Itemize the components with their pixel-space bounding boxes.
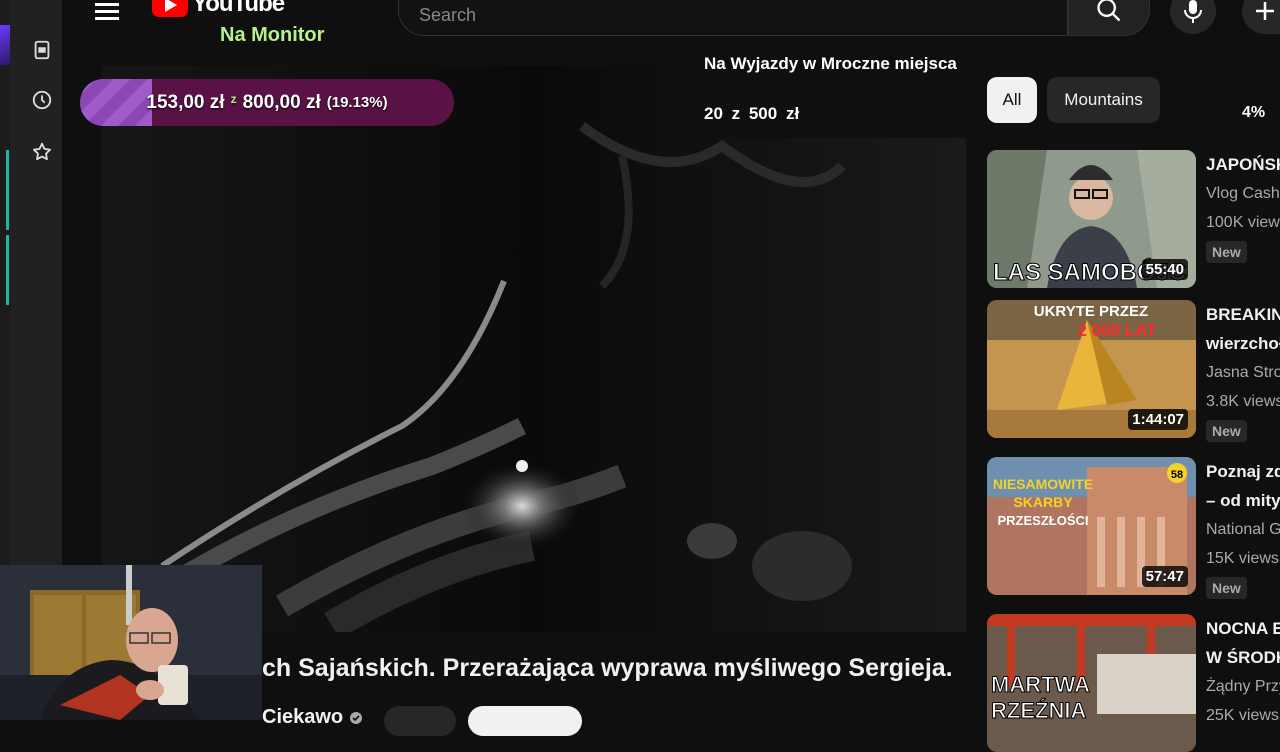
channel-name[interactable]: Żądny Przy [1206, 672, 1280, 701]
video-meta: JAPOŃSK Vlog Casha 100K views New [1206, 150, 1280, 263]
donation-percent: (19.13%) [326, 94, 388, 111]
search-icon [1097, 0, 1121, 22]
search-input[interactable]: Search [398, 0, 1068, 36]
youtube-play-icon [152, 0, 188, 17]
channel-name[interactable]: Vlog Casha [1206, 179, 1280, 208]
search-button[interactable] [1068, 0, 1150, 36]
view-count: 100K views [1206, 214, 1280, 231]
video-channel-label: Ciekawo [262, 706, 344, 728]
video-thumbnail[interactable]: 58 NIESAMOWITE SKARBY PRZESZŁOŚCI 57:47 [987, 457, 1196, 595]
video-channel-name[interactable]: Ciekawo [262, 706, 363, 729]
new-badge: New [1206, 241, 1247, 263]
thumbnail-text: RZEŹNIA [991, 698, 1086, 723]
video-title: ch Sajańskich. Przerażająca wyprawa myśl… [262, 654, 953, 682]
video-thumbnail[interactable]: LAS SAMOBÓJC 55:40 [987, 150, 1196, 288]
stream-overlay-name: Na Monitor [220, 24, 325, 46]
search-placeholder: Search [419, 5, 477, 25]
subscribe-button[interactable] [468, 706, 582, 736]
donation-current: 153,00 zł [146, 91, 225, 113]
history-icon[interactable] [30, 88, 54, 112]
channel-name[interactable]: Jasna Stron [1206, 358, 1280, 387]
thumbnail-text: PRZESZŁOŚCI [997, 513, 1088, 528]
logo-text: YouTube [192, 0, 285, 17]
plus-icon [1256, 2, 1274, 20]
thumbnail-text: NIESAMOWITE [993, 476, 1093, 492]
create-button[interactable] [1242, 0, 1280, 34]
video-meta: Poznaj zd – od mity National Ge 15K view… [1206, 457, 1280, 599]
thumbnail-text: SKARBY [1013, 494, 1073, 510]
video-meta: NOCNA E W ŚRODK Żądny Przy 25K views [1206, 614, 1280, 730]
donation-goal: 800,00 zł [242, 91, 321, 113]
video-player[interactable] [102, 66, 966, 632]
video-title-line[interactable]: – od mity [1206, 486, 1280, 515]
join-button[interactable] [384, 706, 456, 736]
goal-amount: 20 z 500 zł [704, 104, 800, 123]
video-title-line[interactable]: Poznaj zd [1206, 457, 1280, 486]
side-rail [10, 0, 62, 565]
browser-scroll-indicator [6, 235, 9, 305]
new-badge: New [1206, 577, 1247, 599]
thumbnail-text: MARTWA [991, 672, 1090, 697]
video-thumbnail[interactable]: MARTWA RZEŹNIA [987, 614, 1196, 752]
video-meta: BREAKING wierzchoł Jasna Stron 3.8K view… [1206, 300, 1280, 442]
browser-sidebar-strip [0, 0, 10, 565]
library-icon[interactable] [30, 38, 54, 62]
view-count: 25K views [1206, 707, 1279, 724]
youtube-logo[interactable]: YouTube [152, 0, 285, 18]
video-thumbnail[interactable]: UKRYTE PRZEZ 2 000 LAT 1:44:07 [987, 300, 1196, 438]
donation-goal-bar: 153,00 zł z 800,00 zł (19.13%) [80, 79, 454, 126]
verified-icon [349, 711, 362, 724]
view-count: 3.8K views [1206, 393, 1280, 410]
video-title-line[interactable]: wierzchoł [1206, 329, 1280, 358]
video-title-line[interactable]: BREAKING [1206, 300, 1280, 329]
donation-text: 153,00 zł z 800,00 zł (19.13%) [80, 79, 454, 126]
menu-icon[interactable] [92, 0, 122, 26]
new-badge: New [1206, 420, 1247, 442]
thumbnail-text: UKRYTE PRZEZ [1034, 303, 1148, 320]
video-title-line[interactable]: JAPOŃSK [1206, 150, 1280, 179]
browser-scroll-indicator [6, 150, 9, 230]
donation-separator: z [230, 91, 237, 106]
webcam-overlay [0, 565, 262, 720]
chip-mountains[interactable]: Mountains [1047, 77, 1160, 123]
thumbnail-text: 2 000 LAT [1077, 321, 1157, 340]
thumbnail-badge: 58 [1171, 469, 1183, 481]
video-frame [102, 66, 966, 632]
goal-title: Na Wyjazdy w Mroczne miejsca [704, 54, 957, 73]
video-title-line[interactable]: NOCNA E [1206, 614, 1280, 643]
trip-goal-widget: Na Wyjazdy w Mroczne miejsca 20 z 500 zł [690, 40, 990, 138]
browser-tab-accent [0, 25, 10, 65]
video-duration: 57:47 [1141, 566, 1188, 587]
voice-search-button[interactable] [1170, 0, 1216, 34]
view-count: 15K views [1206, 550, 1279, 567]
channel-name[interactable]: National Ge [1206, 515, 1280, 544]
mic-icon [1184, 0, 1202, 23]
percent-badge: 4% [1242, 104, 1266, 121]
star-icon[interactable] [30, 140, 54, 164]
chip-all[interactable]: All [987, 77, 1037, 123]
video-duration: 55:40 [1141, 259, 1188, 280]
video-duration: 1:44:07 [1128, 409, 1188, 430]
webcam-feed [0, 565, 262, 720]
video-title-line[interactable]: W ŚRODK [1206, 643, 1280, 672]
